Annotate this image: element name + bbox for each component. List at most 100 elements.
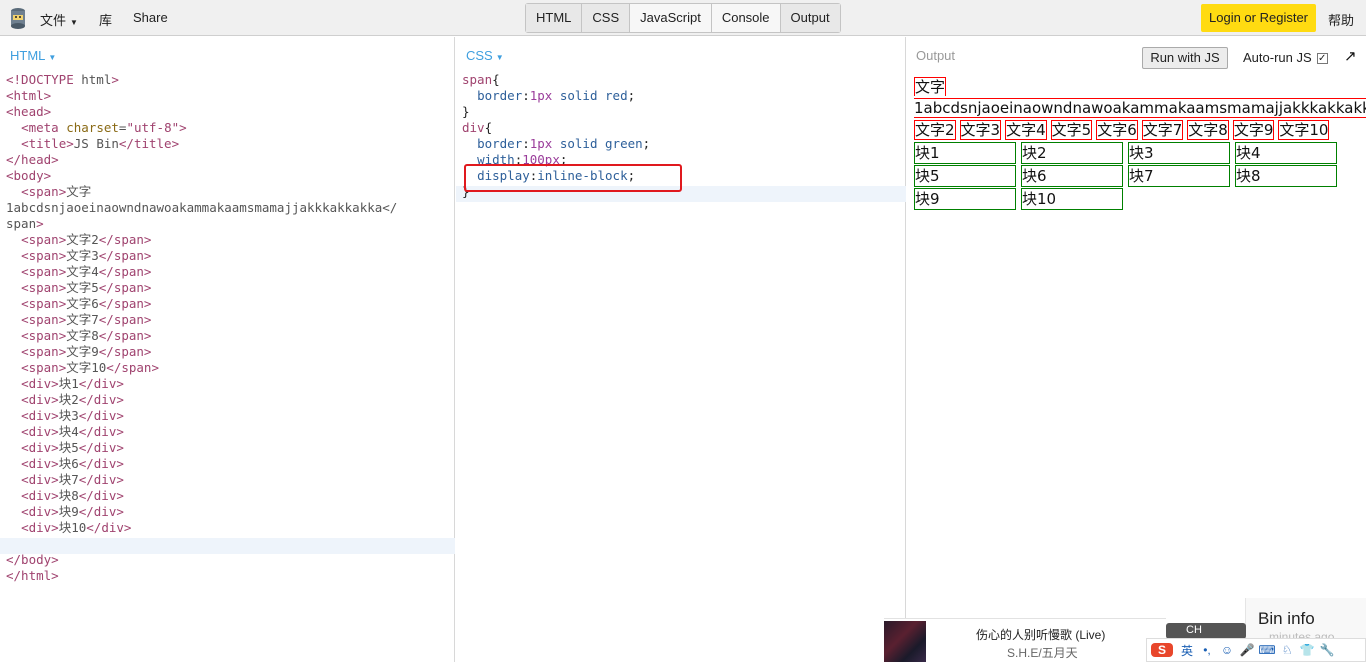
output-block: 块1 [914,142,1016,164]
login-register-button[interactable]: Login or Register [1201,4,1316,32]
output-block: 块6 [1021,165,1123,187]
output-block: 块5 [914,165,1016,187]
css-code-line: div{ [462,120,493,135]
tab-console[interactable]: Console [712,4,781,32]
top-bar: 文件 ▼ 库 Share HTML CSS JavaScript Console … [0,0,1366,36]
css-code-line: border:1px solid red; [477,88,636,103]
html-code-line: <meta charset="utf-8"> [21,120,187,135]
html-code-line: span> [6,216,44,231]
html-code-line: <div>块8</div> [21,488,124,503]
ime-user-icon[interactable]: ♘ [1277,643,1297,657]
ime-lang-toggle[interactable]: 英 [1177,642,1197,659]
css-panel-label[interactable]: CSS ▼ [466,48,504,63]
html-code-line: <span>文字3</span> [21,248,152,263]
html-code-line: <div>块5</div> [21,440,124,455]
css-code-line: border:1px solid green; [477,136,651,151]
output-span-row: 文字2 文字3 文字4 文字5 文字6 文字7 文字8 文字9 文字10 [914,120,1333,140]
output-block: 块4 [1235,142,1337,164]
output-block: 块3 [1128,142,1230,164]
html-code-line: <head> [6,104,52,119]
music-player-widget[interactable]: 伤心的人别听慢歌 (Live) S.H.E/五月天 [884,618,1166,662]
html-code-line: <span>文字5</span> [21,280,152,295]
output-span: 文字3 [959,120,1002,140]
html-code-line: <div>块3</div> [21,408,124,423]
output-block: 块2 [1021,142,1123,164]
html-code-editor[interactable]: <!DOCTYPE html> <html> <head> <meta charse… [6,72,397,584]
output-span: 文字4 [1005,120,1047,140]
annotation-highlight-box [464,164,682,192]
html-code-line: <div>块2</div> [21,392,124,407]
output-panel-label: Output [916,48,956,63]
html-code-line: <html> [6,88,52,103]
html-code-line: <!DOCTYPE html> [6,72,119,87]
html-code-line: <span>文字8</span> [21,328,152,343]
css-panel-label-text: CSS [466,48,493,63]
output-span: 文字5 [1050,120,1093,140]
html-panel-label[interactable]: HTML ▼ [10,48,56,63]
html-code-line: <span>文字7</span> [21,312,152,327]
output-block: 块7 [1128,165,1230,187]
output-panel: Output Run with JS Auto-run JS ✓ ↗ 文字 1ab… [907,37,1366,662]
output-span-first-rest: 1abcdsnjaoeinaowndnawoakammakaamsmamajja… [914,98,1366,118]
menu-library[interactable]: 库 [99,10,112,29]
html-code-line: <div>块1</div> [21,376,124,391]
output-block: 块9 [914,188,1016,210]
autorun-js-toggle[interactable]: Auto-run JS ✓ [1243,50,1328,65]
html-code-line: <span>文字4</span> [21,264,152,279]
html-panel-label-text: HTML [10,48,46,63]
ime-ch-label: CH [1186,624,1202,636]
tab-javascript[interactable]: JavaScript [630,4,712,32]
html-code-line: <span>文字9</span> [21,344,152,359]
jsbin-app: 文件 ▼ 库 Share HTML CSS JavaScript Console … [0,0,1366,662]
html-code-line: <span>文字2</span> [21,232,152,247]
popout-icon[interactable]: ↗ [1344,47,1357,65]
song-artist: S.H.E/五月天 [1007,646,1078,660]
html-code-line: 1abcdsnjaoeinaowndnawoakammakaamsmamajja… [6,200,398,215]
ime-status-bar[interactable]: CH [1166,623,1246,639]
sogou-logo-icon[interactable]: S [1151,643,1173,657]
html-code-line: <title>JS Bin</title> [21,136,180,151]
menu-file-label: 文件 [40,13,67,28]
ime-skin-icon[interactable]: 👕 [1297,643,1317,657]
output-block: 块10 [1021,188,1123,210]
menu-file[interactable]: 文件 ▼ [40,10,78,29]
html-code-line: <span>文字6</span> [21,296,152,311]
css-code-line: } [462,104,470,119]
menu-share[interactable]: Share [133,10,168,25]
caret-down-icon: ▼ [48,53,57,62]
panel-tabs: HTML CSS JavaScript Console Output [525,3,841,33]
html-code-line: <div>块4</div> [21,424,124,439]
html-code-line: </html> [6,568,59,583]
output-span: 文字7 [1141,120,1184,140]
tab-output[interactable]: Output [780,4,840,32]
ime-toolbar[interactable]: S 英 •, ☺ 🎤 ⌨ ♘ 👕 🔧 [1146,638,1366,662]
ime-punctuation-icon[interactable]: •, [1197,643,1217,657]
output-span: 文字9 [1232,120,1275,140]
output-block: 块8 [1235,165,1337,187]
autorun-checkbox[interactable]: ✓ [1316,53,1328,64]
autorun-label: Auto-run JS [1243,50,1312,65]
ime-voice-icon[interactable]: 🎤 [1237,643,1257,657]
run-with-js-button[interactable]: Run with JS [1142,47,1228,69]
ime-settings-icon[interactable]: 🔧 [1317,643,1337,657]
html-code-line: <div>块9</div> [21,504,124,519]
tab-css[interactable]: CSS [582,4,631,32]
song-title: 伤心的人别听慢歌 (Live) [976,628,1106,642]
jsbin-logo-icon[interactable] [8,6,28,30]
css-code-line: span{ [462,72,500,87]
ime-emoji-icon[interactable]: ☺ [1217,643,1237,657]
html-code-line: </head> [6,152,59,167]
tab-html[interactable]: HTML [526,4,583,32]
html-code-line: </body> [6,552,59,567]
html-code-line: <div>块7</div> [21,472,124,487]
output-span: 文字2 [914,120,956,140]
ime-keyboard-icon[interactable]: ⌨ [1257,643,1277,657]
html-code-line: <span>文字 [21,184,92,199]
html-code-line: <div>块10</div> [21,520,132,535]
output-span-1-tail: 1abcdsnjaoeinaowndnawoakammakaamsmamajja… [914,98,1366,118]
caret-down-icon: ▼ [70,18,78,27]
html-code-line: <div>块6</div> [21,456,124,471]
help-link[interactable]: 帮助 [1328,10,1354,29]
output-span-1-head: 文字 [914,77,947,96]
output-span: 文字10 [1278,120,1330,140]
